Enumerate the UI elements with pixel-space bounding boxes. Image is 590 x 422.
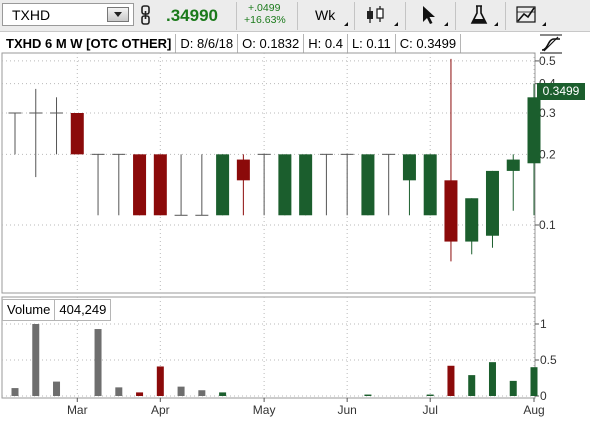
month-label: May [253, 403, 276, 417]
month-label: Jul [423, 403, 438, 417]
volume-bar [136, 392, 144, 396]
price-tick-label: 0.5 [539, 54, 556, 68]
volume-bar [509, 380, 517, 396]
aggregation-period-button[interactable]: Wk [315, 7, 335, 23]
price-tick-label: 0.1 [539, 218, 556, 232]
bar-low: L: 0.11 [348, 34, 396, 53]
candle-body [216, 154, 230, 216]
volume-bar [364, 394, 372, 396]
volume-bar [11, 388, 19, 396]
bar-date: D: 8/6/18 [176, 34, 239, 53]
candle-body [527, 97, 541, 164]
month-label: Apr [151, 403, 170, 417]
candle-body [133, 154, 147, 216]
bar-open: O: 0.1832 [238, 34, 305, 53]
style-menu-indicator [394, 22, 398, 26]
studies-menu-indicator [494, 22, 498, 26]
candle-body [402, 154, 416, 181]
candle-body [153, 154, 167, 216]
candle-body [70, 113, 84, 155]
candle-body [465, 198, 479, 242]
volume-bar [94, 329, 102, 396]
volume-bar [447, 365, 455, 396]
candlestick-style-icon[interactable] [365, 4, 389, 26]
price-tick-label: 0.3 [539, 106, 556, 120]
volume-bar [53, 381, 61, 396]
candle-body [444, 180, 458, 242]
month-label: Jun [337, 403, 356, 417]
symbol-selector[interactable]: TXHD [2, 3, 134, 26]
chart-title: TXHD 6 M W [OTC OTHER] [2, 34, 177, 53]
cursor-menu-indicator [444, 22, 448, 26]
volume-bar [177, 386, 185, 396]
toolbar: TXHD .34990 +.0499 +16.63% Wk [0, 0, 590, 32]
chart-drawing-toggle-icon[interactable] [538, 33, 564, 55]
month-label: Mar [67, 403, 88, 417]
volume-bar [468, 375, 476, 396]
volume-bar [426, 394, 434, 396]
symbol-input[interactable]: TXHD [12, 7, 50, 23]
period-menu-indicator [344, 22, 348, 26]
month-label: Aug [523, 403, 544, 417]
volume-tick-label: 0 [540, 389, 547, 403]
last-price-badge: 0.3499 [537, 83, 585, 100]
candle-body [506, 159, 520, 171]
volume-bar [156, 366, 164, 396]
symbol-dropdown-button[interactable] [107, 7, 129, 22]
drawing-tools-icon[interactable] [515, 4, 539, 26]
last-price: .34990 [166, 6, 218, 25]
volume-label-box: Volume 404,249 [2, 299, 112, 321]
volume-bar [219, 392, 227, 396]
candle-body [423, 154, 437, 216]
volume-bar [530, 367, 538, 396]
candle-body [278, 154, 292, 216]
candle-body [485, 170, 499, 236]
studies-flask-icon[interactable] [470, 4, 488, 26]
candle-body [236, 159, 250, 181]
volume-bar [488, 362, 496, 396]
price-tick-label: 0.2 [539, 147, 556, 161]
net-change: +.0499 [248, 2, 281, 14]
volume-tick-label: 0.5 [540, 353, 557, 367]
volume-bar [198, 390, 206, 396]
candle-body [299, 154, 313, 216]
volume-bar [32, 324, 40, 396]
bar-close: C: 0.3499 [396, 34, 462, 53]
bar-high: H: 0.4 [304, 34, 348, 53]
chart-info-bar: TXHD 6 M W [OTC OTHER] D: 8/6/18 O: 0.18… [2, 34, 462, 53]
candle-body [361, 154, 375, 216]
volume-value: 404,249 [59, 302, 107, 317]
volume-label: Volume [3, 300, 56, 320]
drawing-menu-indicator [542, 22, 546, 26]
volume-tick-label: 1 [540, 317, 547, 331]
price-chart[interactable]: 0.50.40.30.20.110.50 MarAprMayJunJulAug [0, 0, 590, 422]
percent-change: +16.63% [244, 14, 286, 26]
cursor-icon[interactable] [420, 4, 438, 26]
link-icon[interactable] [140, 5, 152, 25]
volume-bar [115, 387, 123, 396]
price-panel-frame [1, 52, 536, 294]
